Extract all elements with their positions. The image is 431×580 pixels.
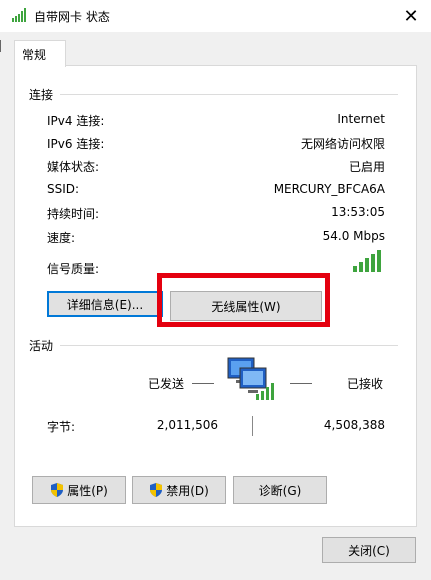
bytes-label: 字节: — [47, 420, 76, 434]
close-window-button[interactable]: ✕ — [396, 2, 426, 30]
duration-value: 13:53:05 — [331, 205, 385, 219]
activity-divider — [60, 345, 398, 346]
disable-label: 禁用(D) — [166, 483, 209, 498]
window-title: 自带网卡 状态 — [34, 10, 110, 24]
diagnose-button[interactable]: 诊断(G) — [233, 476, 327, 504]
speed-label: 速度: — [47, 231, 76, 245]
title-bar: 自带网卡 状态 ✕ — [0, 0, 431, 32]
ipv6-value: 无网络访问权限 — [300, 137, 385, 151]
highlight-box — [157, 273, 330, 327]
close-button[interactable]: 关闭(C) — [322, 537, 416, 563]
ipv4-label: IPv4 连接: — [47, 114, 105, 128]
network-computers-icon — [227, 357, 274, 400]
window-edge — [0, 40, 5, 52]
details-button[interactable]: 详细信息(E)... — [47, 291, 163, 317]
tab-general[interactable]: 常规 — [14, 40, 66, 67]
sent-line — [192, 383, 214, 384]
sent-label: 已发送 — [148, 377, 185, 391]
uac-shield-icon — [150, 483, 163, 497]
bytes-received-value: 4,508,388 — [323, 418, 385, 432]
signal-strength-icon — [353, 250, 381, 272]
activity-section-label: 活动 — [29, 339, 54, 353]
ssid-label: SSID: — [47, 182, 80, 196]
connection-divider — [60, 94, 398, 95]
ipv4-value: Internet — [337, 112, 385, 126]
ipv6-label: IPv6 连接: — [47, 137, 105, 151]
properties-button[interactable]: 属性(P) — [32, 476, 126, 504]
uac-shield-icon — [51, 483, 64, 497]
properties-label: 属性(P) — [67, 483, 108, 498]
media-state-label: 媒体状态: — [47, 160, 100, 174]
ssid-value: MERCURY_BFCA6A — [273, 182, 385, 196]
received-label: 已接收 — [347, 377, 384, 391]
close-icon: ✕ — [403, 5, 419, 27]
media-state-value: 已启用 — [348, 160, 385, 174]
bytes-separator — [252, 416, 253, 436]
tab-general-label: 常规 — [22, 48, 47, 62]
speed-value: 54.0 Mbps — [322, 229, 385, 243]
received-line — [290, 383, 312, 384]
signal-bars-icon — [12, 8, 26, 22]
duration-label: 持续时间: — [47, 207, 100, 221]
connection-section-label: 连接 — [29, 88, 54, 102]
disable-button[interactable]: 禁用(D) — [132, 476, 226, 504]
bytes-sent-value: 2,011,506 — [156, 418, 218, 432]
signal-quality-label: 信号质量: — [47, 262, 100, 276]
